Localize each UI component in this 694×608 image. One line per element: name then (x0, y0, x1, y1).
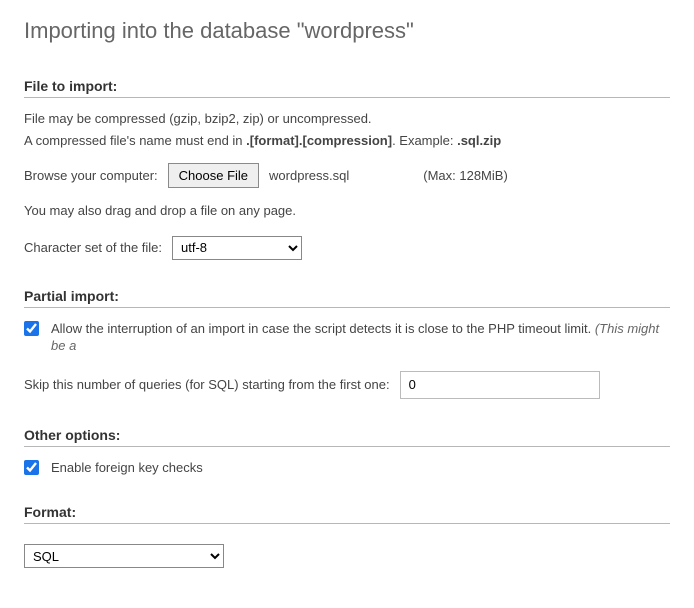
hint2-example-label: . Example: (392, 133, 457, 148)
allow-interrupt-label[interactable]: Allow the interruption of an import in c… (51, 320, 670, 355)
page-title: Importing into the database "wordpress" (24, 18, 670, 44)
file-to-import-section: File to import: File may be compressed (… (24, 78, 670, 260)
compression-hint: File may be compressed (gzip, bzip2, zip… (24, 110, 670, 149)
other-options-legend: Other options: (24, 427, 670, 447)
hint2-prefix: A compressed file's name must end in (24, 133, 246, 148)
partial-import-section: Partial import: Allow the interruption o… (24, 288, 670, 399)
browse-row: Browse your computer: Choose File wordpr… (24, 163, 670, 188)
skip-queries-row: Skip this number of queries (for SQL) st… (24, 371, 670, 399)
compression-hint-line2: A compressed file's name must end in .[f… (24, 132, 670, 150)
foreign-key-row: Enable foreign key checks (24, 459, 670, 477)
compression-hint-line1: File may be compressed (gzip, bzip2, zip… (24, 110, 670, 128)
choose-file-button[interactable]: Choose File (168, 163, 259, 188)
allow-interrupt-text: Allow the interruption of an import in c… (51, 321, 595, 336)
selected-filename: wordpress.sql (269, 168, 349, 183)
charset-row: Character set of the file: utf-8 (24, 236, 670, 260)
dragdrop-hint: You may also drag and drop a file on any… (24, 202, 670, 220)
allow-interrupt-checkbox[interactable] (24, 321, 39, 336)
skip-queries-input[interactable] (400, 371, 600, 399)
hint2-format: .[format].[compression] (246, 133, 392, 148)
skip-queries-label: Skip this number of queries (for SQL) st… (24, 377, 390, 392)
charset-label: Character set of the file: (24, 240, 162, 255)
foreign-key-checkbox[interactable] (24, 460, 39, 475)
format-select[interactable]: SQL (24, 544, 224, 568)
max-upload-size: (Max: 128MiB) (423, 168, 508, 183)
charset-select[interactable]: utf-8 (172, 236, 302, 260)
hint2-example: .sql.zip (457, 133, 501, 148)
browse-label: Browse your computer: (24, 168, 158, 183)
foreign-key-label[interactable]: Enable foreign key checks (51, 459, 203, 477)
file-to-import-legend: File to import: (24, 78, 670, 98)
format-legend: Format: (24, 504, 670, 524)
format-section: Format: SQL (24, 504, 670, 568)
allow-interrupt-row: Allow the interruption of an import in c… (24, 320, 670, 355)
other-options-section: Other options: Enable foreign key checks (24, 427, 670, 477)
partial-import-legend: Partial import: (24, 288, 670, 308)
